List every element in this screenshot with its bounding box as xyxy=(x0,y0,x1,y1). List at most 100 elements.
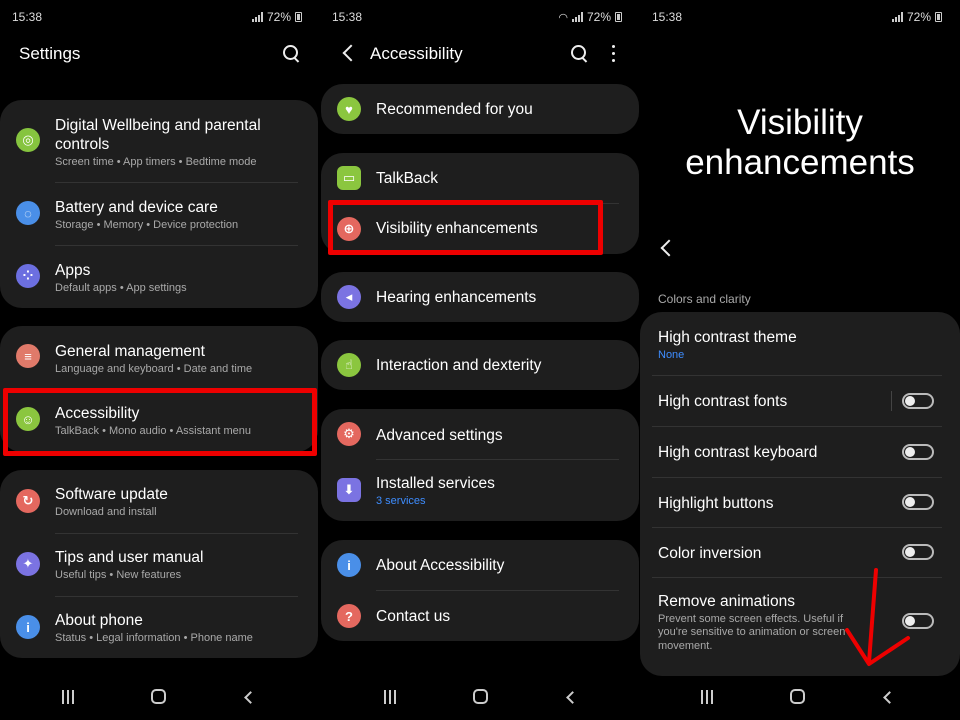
menu-item-visibility-enhancements[interactable]: ⊕ Visibility enhancements xyxy=(321,204,639,254)
back-arrow-icon[interactable] xyxy=(342,44,360,62)
settings-item-digital-wellbeing[interactable]: ◎ Digital Wellbeing and parental control… xyxy=(0,100,318,182)
item-title: Battery and device care xyxy=(55,199,218,216)
search-button[interactable] xyxy=(280,42,304,66)
device-care-icon: ◌ xyxy=(16,201,40,225)
remove-animations-toggle[interactable] xyxy=(902,613,934,629)
installed-services-icon: ⬇ xyxy=(337,478,361,502)
back-arrow-icon[interactable] xyxy=(660,239,678,257)
more-options-icon xyxy=(612,45,616,63)
settings-item-apps[interactable]: ⁘ Apps Default apps • App settings xyxy=(0,246,318,308)
page-title: Settings xyxy=(19,44,81,63)
high-contrast-keyboard-toggle[interactable] xyxy=(902,444,934,460)
item-title: Hearing enhancements xyxy=(376,289,537,306)
recent-apps-icon[interactable] xyxy=(384,690,398,704)
menu-item-recommended[interactable]: ♥ Recommended for you xyxy=(321,84,639,134)
setting-highlight-buttons[interactable]: Highlight buttons xyxy=(640,478,960,528)
recent-apps-icon[interactable] xyxy=(62,690,76,704)
page-title: Accessibility xyxy=(370,44,463,63)
status-time: 15:38 xyxy=(12,10,43,24)
hearing-icon: ◂ xyxy=(337,285,361,309)
item-subtitle: Default apps • App settings xyxy=(55,282,187,294)
status-time: 15:38 xyxy=(332,10,363,24)
item-subtitle: Download and install xyxy=(55,506,157,518)
item-title: Highlight buttons xyxy=(658,495,774,512)
item-title: About phone xyxy=(55,612,143,629)
settings-panel: 15:38 72% Settings ◎ Digital Wellbeing a… xyxy=(0,0,320,720)
item-title: About Accessibility xyxy=(376,557,505,574)
setting-high-contrast-fonts[interactable]: High contrast fonts xyxy=(640,376,960,426)
page-title-line-2: enhancements xyxy=(685,143,915,182)
settings-item-general-management[interactable]: ≡ General management Language and keyboa… xyxy=(0,326,318,388)
menu-item-talkback[interactable]: ▭ TalkBack xyxy=(321,153,639,203)
interaction-card: ☝ Interaction and dexterity xyxy=(321,340,639,390)
remove-animations-desc-l3: movement. xyxy=(658,640,713,652)
back-icon[interactable] xyxy=(566,691,579,704)
apps-icon: ⁘ xyxy=(16,264,40,288)
settings-group-1: ◎ Digital Wellbeing and parental control… xyxy=(0,100,318,308)
battery-percent: 72% xyxy=(906,10,931,24)
highlight-buttons-toggle[interactable] xyxy=(902,494,934,510)
item-title: TalkBack xyxy=(376,170,439,187)
item-title: High contrast fonts xyxy=(658,393,788,410)
status-bar: 15:38 72% xyxy=(652,8,948,28)
home-icon[interactable] xyxy=(473,689,488,704)
menu-item-interaction-dexterity[interactable]: ☝ Interaction and dexterity xyxy=(321,340,639,390)
color-inversion-toggle[interactable] xyxy=(902,544,934,560)
nav-bar xyxy=(0,676,320,720)
item-title: Remove animations xyxy=(658,593,795,610)
menu-item-installed-services[interactable]: ⬇ Installed services 3 services xyxy=(321,460,639,521)
settings-header: Settings xyxy=(0,36,320,70)
battery-icon xyxy=(935,12,942,22)
menu-item-advanced-settings[interactable]: ⚙ Advanced settings xyxy=(321,409,639,459)
setting-color-inversion[interactable]: Color inversion xyxy=(640,528,960,578)
home-icon[interactable] xyxy=(151,689,166,704)
settings-item-about-phone[interactable]: i About phone Status • Legal information… xyxy=(0,597,318,658)
general-management-icon: ≡ xyxy=(16,344,40,368)
section-header-colors-clarity: Colors and clarity xyxy=(658,292,751,306)
item-subtitle: Useful tips • New features xyxy=(55,569,182,581)
installed-services-count: 3 services xyxy=(376,495,426,507)
high-contrast-fonts-toggle[interactable] xyxy=(902,393,934,409)
back-icon[interactable] xyxy=(244,691,257,704)
about-card: i About Accessibility ? Contact us xyxy=(321,540,639,641)
settings-item-software-update[interactable]: ↻ Software update Download and install xyxy=(0,470,318,532)
item-subtitle: Screen time • App timers • Bedtime mode xyxy=(55,156,257,168)
home-icon[interactable] xyxy=(790,689,805,704)
info-icon: i xyxy=(337,553,361,577)
item-title: High contrast keyboard xyxy=(658,444,818,461)
signal-icon xyxy=(891,12,903,22)
more-options-button[interactable] xyxy=(602,42,626,66)
battery-percent: 72% xyxy=(586,10,611,24)
accessibility-panel: 15:38 ◠ 72% Accessibility ♥ Recommended … xyxy=(320,0,640,720)
item-title: Tips and user manual xyxy=(55,549,204,566)
back-icon[interactable] xyxy=(883,691,896,704)
signal-icon xyxy=(251,12,263,22)
menu-item-hearing-enhancements[interactable]: ◂ Hearing enhancements xyxy=(321,272,639,322)
setting-remove-animations[interactable]: Remove animations Prevent some screen ef… xyxy=(640,578,960,668)
search-button[interactable] xyxy=(568,42,592,66)
menu-item-about-accessibility[interactable]: i About Accessibility xyxy=(321,540,639,590)
help-icon: ? xyxy=(337,604,361,628)
recent-apps-icon[interactable] xyxy=(701,690,715,704)
hearing-card: ◂ Hearing enhancements xyxy=(321,272,639,322)
interaction-icon: ☝ xyxy=(337,353,361,377)
toggle-divider xyxy=(891,391,892,411)
settings-item-accessibility[interactable]: ☺ Accessibility TalkBack • Mono audio • … xyxy=(0,389,318,452)
signal-icon xyxy=(571,12,583,22)
setting-high-contrast-keyboard[interactable]: High contrast keyboard xyxy=(640,427,960,477)
page-title: Visibility enhancements xyxy=(640,103,960,183)
talkback-icon: ▭ xyxy=(337,166,361,190)
nav-bar xyxy=(640,676,960,720)
remove-animations-desc-l1: Prevent some screen effects. Useful if xyxy=(658,613,844,625)
item-title: High contrast theme xyxy=(658,329,797,346)
item-title-l2: controls xyxy=(55,136,110,153)
status-bar: 15:38 ◠ 72% xyxy=(332,8,628,28)
settings-item-battery-device-care[interactable]: ◌ Battery and device care Storage • Memo… xyxy=(0,183,318,245)
search-icon xyxy=(568,42,592,66)
menu-item-contact-us[interactable]: ? Contact us xyxy=(321,591,639,641)
item-subtitle: TalkBack • Mono audio • Assistant menu xyxy=(55,425,252,437)
settings-item-tips[interactable]: ✦ Tips and user manual Useful tips • New… xyxy=(0,534,318,596)
item-title: Advanced settings xyxy=(376,427,503,444)
setting-high-contrast-theme[interactable]: High contrast theme None xyxy=(640,312,960,375)
visibility-panel: 15:38 72% Visibility enhancements Colors… xyxy=(640,0,960,720)
